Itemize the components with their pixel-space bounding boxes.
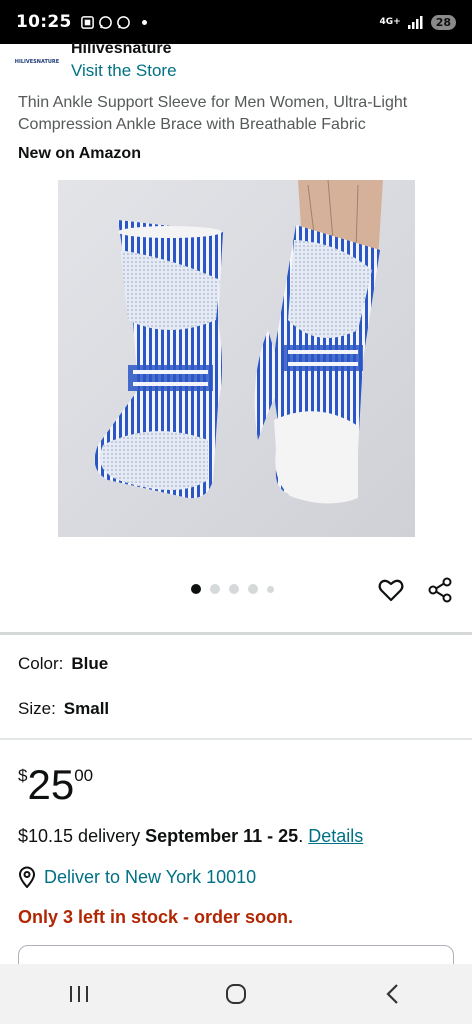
battery-indicator: 28 — [430, 14, 456, 30]
delivery-info: $10.15 delivery September 11 - 25. Detai… — [18, 826, 363, 847]
image-carousel-indicator[interactable] — [191, 584, 274, 594]
delivery-period: . — [298, 826, 304, 846]
color-value: Blue — [71, 654, 109, 673]
deliver-to-text[interactable]: Deliver to New York 10010 — [44, 867, 256, 888]
heart-icon[interactable] — [377, 576, 405, 604]
store-logo[interactable]: HILIVESNATURE — [14, 52, 60, 72]
section-divider — [0, 738, 472, 740]
system-navigation-bar — [0, 964, 472, 1024]
stock-warning: Only 3 left in stock - order soon. — [18, 907, 294, 927]
size-variation[interactable]: Size: Small — [18, 699, 109, 719]
share-icon[interactable] — [426, 576, 454, 604]
color-label: Color: — [18, 654, 64, 673]
screenshot-notification-icon — [80, 15, 94, 29]
color-variation[interactable]: Color: Blue — [18, 654, 108, 674]
network-type: 4G+ — [379, 16, 401, 27]
size-label: Size: — [18, 699, 56, 718]
carousel-dot[interactable] — [267, 585, 274, 593]
visit-store-link[interactable]: Visit the Store — [71, 61, 177, 81]
carousel-dot[interactable] — [210, 584, 220, 594]
home-icon[interactable] — [216, 974, 256, 1014]
price-whole: 25 — [27, 761, 75, 808]
delivery-details-link[interactable]: Details — [308, 826, 363, 846]
carousel-dot[interactable] — [248, 584, 258, 594]
store-header: HILIVESNATURE Hilivesnature Visit the St… — [0, 40, 472, 86]
price-symbol: $ — [18, 766, 28, 785]
back-icon[interactable] — [373, 974, 413, 1014]
new-on-amazon-badge: New on Amazon — [18, 145, 141, 162]
location-pin-icon — [18, 866, 36, 888]
section-divider — [0, 632, 472, 635]
status-time: 10:25 — [16, 12, 72, 32]
whatsapp-icon — [98, 15, 112, 29]
price-fraction: 00 — [74, 766, 94, 785]
delivery-fee: $10.15 delivery — [18, 826, 141, 846]
notification-icons — [80, 15, 147, 30]
signal-icon — [407, 16, 423, 29]
product-title: Thin Ankle Support Sleeve for Men Women,… — [18, 94, 408, 133]
whatsapp-icon — [116, 15, 130, 29]
carousel-dot[interactable] — [229, 584, 239, 594]
deliver-to-location[interactable]: Deliver to New York 10010 — [18, 866, 256, 888]
price: $ 25 00 — [18, 760, 93, 810]
status-right: 4G+ 28 — [379, 14, 456, 30]
store-name: Hilivesnature — [71, 40, 172, 57]
more-notifications-dot — [141, 19, 147, 25]
delivery-dates: September 11 - 25 — [145, 826, 299, 846]
size-value: Small — [63, 699, 110, 718]
status-bar: 10:25 4G+ 28 — [0, 0, 472, 44]
product-image[interactable] — [58, 180, 415, 537]
recents-icon[interactable] — [59, 974, 99, 1014]
carousel-dot[interactable] — [191, 584, 201, 594]
